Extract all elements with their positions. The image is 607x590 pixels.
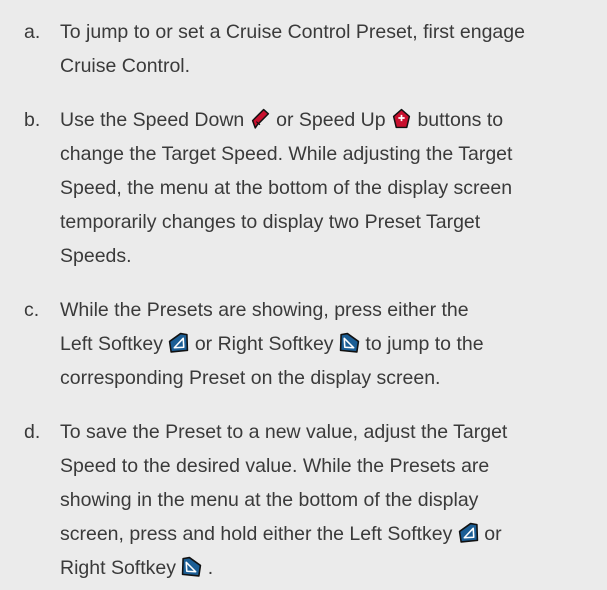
step-a-line-2: Cruise Control. (60, 55, 191, 77)
step-d-line-4: screen, press and hold either the Left S… (60, 517, 600, 551)
step-c-text: While the Presets are showing, press eit… (60, 293, 600, 395)
step-b-line-1-a: Use the Speed Down (60, 109, 250, 131)
step-a-marker: a. (24, 21, 41, 43)
step-b-line-1: Use the Speed Down or Speed Up buttons t… (60, 103, 600, 137)
step-c-line-2-a: Left Softkey (60, 333, 169, 355)
step-c-line-3: corresponding Preset on the display scre… (60, 367, 441, 389)
step-c-line-2-c: to jump to the (359, 333, 484, 355)
step-d-line-1: To save the Preset to a new value, adjus… (60, 421, 508, 443)
step-d-line-5: Right Softkey . (60, 551, 600, 585)
step-d-line-5-a: Right Softkey (60, 557, 182, 579)
step-a-text: To jump to or set a Cruise Control Prese… (60, 15, 600, 83)
speed-up-button-icon (391, 108, 412, 129)
step-c-line-2: Left Softkey or Right Softkey to jump to… (60, 327, 600, 361)
step-d-line-2: Speed to the desired value. While the Pr… (60, 455, 490, 477)
step-c-marker: c. (24, 299, 40, 321)
step-b-marker: b. (24, 109, 41, 131)
step-d-line-3: showing in the menu at the bottom of the… (60, 489, 479, 511)
left-softkey-icon (168, 332, 189, 353)
step-c-line-1: While the Presets are showing, press eit… (60, 299, 469, 321)
step-a-line-1: To jump to or set a Cruise Control Prese… (60, 21, 525, 43)
step-b-line-3: Speed, the menu at the bottom of the dis… (60, 177, 513, 199)
right-softkey-icon (339, 332, 360, 353)
step-d-line-5-b: . (202, 557, 214, 579)
step-c-line-2-b: or Right Softkey (189, 333, 339, 355)
step-b-line-1-b: or Speed Up (270, 109, 392, 131)
step-b-line-4: temporarily changes to display two Prese… (60, 211, 481, 233)
step-d-line-4-a: screen, press and hold either the Left S… (60, 523, 458, 545)
step-b-line-2: change the Target Speed. While adjusting… (60, 143, 513, 165)
speed-down-button-icon (250, 108, 271, 129)
cruise-control-instructions: a. To jump to or set a Cruise Control Pr… (0, 0, 607, 590)
left-softkey-icon (458, 522, 479, 543)
step-b-line-5: Speeds. (60, 245, 132, 267)
step-d-line-4-b: or (478, 523, 502, 545)
right-softkey-icon (181, 556, 202, 577)
step-b-line-1-c: buttons to (412, 109, 504, 131)
step-b-text: Use the Speed Down or Speed Up buttons t… (60, 103, 600, 273)
step-d-text: To save the Preset to a new value, adjus… (60, 415, 600, 585)
step-d-marker: d. (24, 421, 41, 443)
